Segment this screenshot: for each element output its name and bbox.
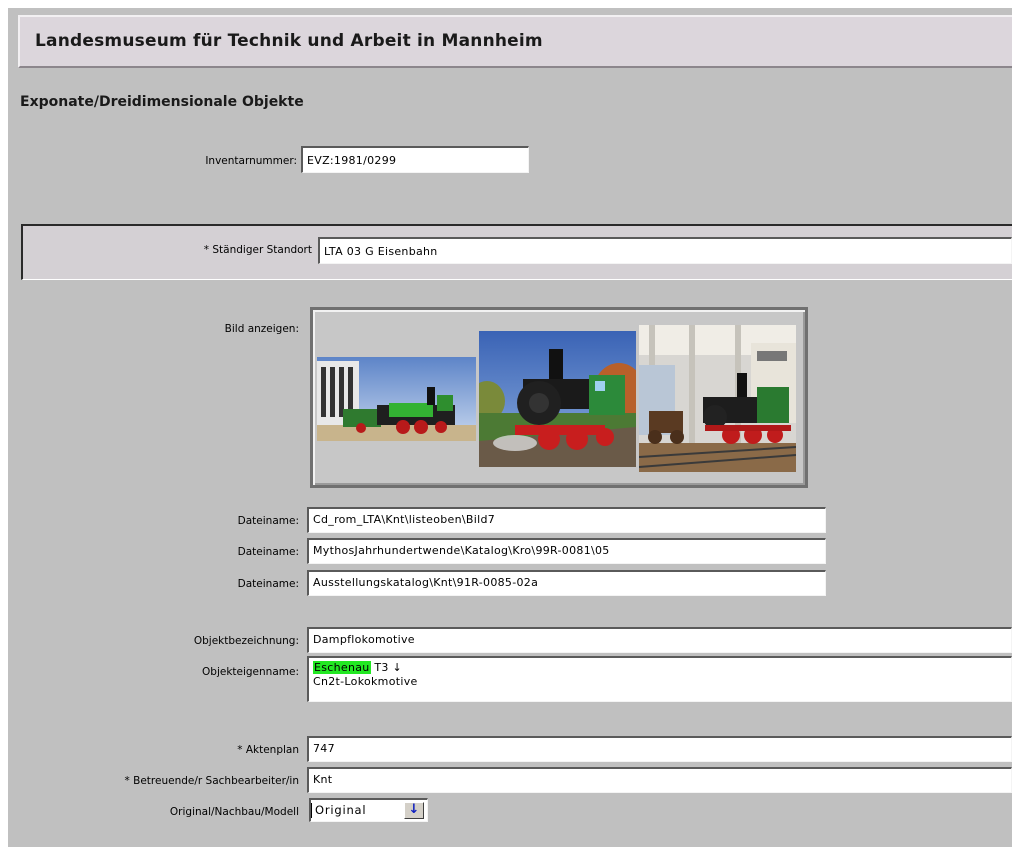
locomotive-image-2[interactable] <box>479 331 636 467</box>
content-area: Landesmuseum für Technik und Arbeit in M… <box>8 8 1012 847</box>
objekteigenname-line1-rest: T3 ↓ <box>370 661 402 674</box>
section-heading: Exponate/Dreidimensionale Objekte <box>20 94 304 110</box>
objektbezeichnung-field[interactable]: Dampflokomotive <box>307 627 1012 653</box>
locomotive-image-1[interactable] <box>317 357 476 441</box>
dateiname-field-1[interactable]: Cd_rom_LTA\Knt\listeoben\Bild7 <box>307 507 826 533</box>
dateiname-field-2[interactable]: MythosJahrhundertwende\Katalog\Kro\99R-0… <box>307 538 826 564</box>
sachbearbeiter-field[interactable]: Knt <box>307 767 1012 793</box>
objekteigenname-field[interactable]: Eschenau T3 ↓ Cn2t-Lokokmotive <box>307 656 1012 702</box>
original-select[interactable]: Original ↓ <box>309 798 428 822</box>
inventarnummer-field[interactable]: EVZ:1981/0299 <box>301 146 529 173</box>
bild-label: Bild anzeigen: <box>224 323 299 335</box>
sachbearbeiter-label: * Betreuende/r Sachbearbeiter/in <box>124 775 299 787</box>
dateiname-label-2: Dateiname: <box>237 546 299 558</box>
aktenplan-field[interactable]: 747 <box>307 736 1012 762</box>
objekteigenname-line2: Cn2t-Lokokmotive <box>313 675 418 688</box>
down-arrow-icon[interactable]: ↓ <box>404 802 424 819</box>
locomotive-image-3[interactable] <box>639 325 796 472</box>
dateiname-field-3[interactable]: Ausstellungskatalog\Knt\91R-0085-02a <box>307 570 826 596</box>
app-title: Landesmuseum für Technik und Arbeit in M… <box>35 31 543 51</box>
aktenplan-label: * Aktenplan <box>237 744 299 756</box>
dateiname-label-3: Dateiname: <box>237 578 299 590</box>
standort-label: * Ständiger Standort <box>203 244 312 256</box>
objekteigenname-label: Objekteigenname: <box>202 666 299 678</box>
original-select-value: Original <box>315 803 367 817</box>
standort-field[interactable]: LTA 03 G Eisenbahn <box>318 237 1012 264</box>
original-label: Original/Nachbau/Modell <box>169 806 299 818</box>
inventarnummer-label: Inventarnummer: <box>205 155 297 167</box>
objektbezeichnung-label: Objektbezeichnung: <box>193 635 299 647</box>
highlighted-word: Eschenau <box>313 661 371 674</box>
text-caret <box>311 803 312 818</box>
dateiname-label-1: Dateiname: <box>237 515 299 527</box>
title-bar: Landesmuseum für Technik und Arbeit in M… <box>18 15 1012 68</box>
